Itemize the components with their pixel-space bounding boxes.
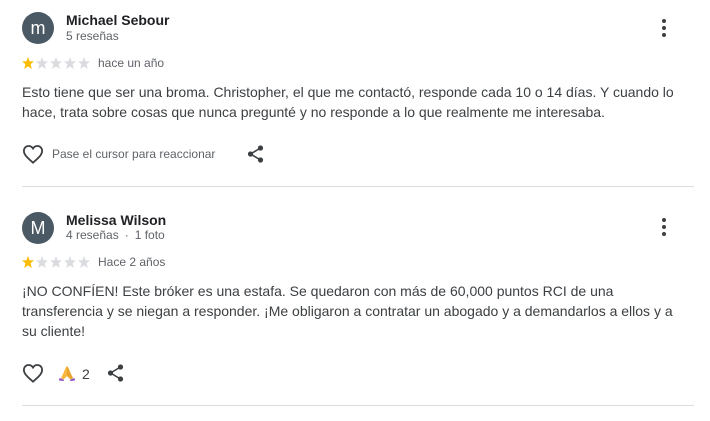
heart-icon[interactable] xyxy=(22,144,44,164)
review-text: Esto tiene que ser una broma. Christophe… xyxy=(22,84,674,120)
review-count: 4 reseñas xyxy=(66,228,119,242)
reviewer-meta: 5 reseñas xyxy=(66,29,119,43)
star-icon xyxy=(36,57,48,69)
star-rating xyxy=(22,256,92,268)
share-icon[interactable] xyxy=(246,144,266,164)
star-icon xyxy=(78,57,90,69)
avatar[interactable]: M xyxy=(22,212,54,244)
share-icon[interactable] xyxy=(106,363,126,383)
review-card: m Michael Sebour 5 reseñas hace un año E… xyxy=(0,0,710,187)
star-icon xyxy=(22,57,34,69)
divider xyxy=(22,405,694,406)
review-text: ¡NO CONFÍEN! Este bróker es una estafa. … xyxy=(22,283,673,339)
review-card: M Melissa Wilson 4 reseñas · 1 foto Hace 2… xyxy=(0,187,710,421)
react-hint: Pase el cursor para reaccionar xyxy=(52,147,216,161)
more-options-icon[interactable] xyxy=(654,215,674,239)
more-options-icon[interactable] xyxy=(654,16,674,40)
star-icon xyxy=(36,256,48,268)
reviewer-meta: 4 reseñas · 1 foto xyxy=(66,228,165,242)
review-time: Hace 2 años xyxy=(98,255,166,269)
star-rating xyxy=(22,57,92,69)
star-icon xyxy=(64,57,76,69)
review-time: hace un año xyxy=(98,56,165,70)
folded-hands-icon[interactable] xyxy=(58,364,76,382)
star-icon xyxy=(22,256,34,268)
avatar[interactable]: m xyxy=(22,12,54,44)
star-icon xyxy=(50,256,62,268)
star-icon xyxy=(64,256,76,268)
star-icon xyxy=(50,57,62,69)
reviewer-name[interactable]: Melissa Wilson xyxy=(66,212,166,228)
heart-icon[interactable] xyxy=(22,363,44,383)
reviewer-name[interactable]: Michael Sebour xyxy=(66,12,169,28)
meta-separator: · xyxy=(124,228,129,242)
star-icon xyxy=(78,256,90,268)
reaction-count: 2 xyxy=(82,366,90,382)
photo-count: 1 foto xyxy=(134,228,165,242)
